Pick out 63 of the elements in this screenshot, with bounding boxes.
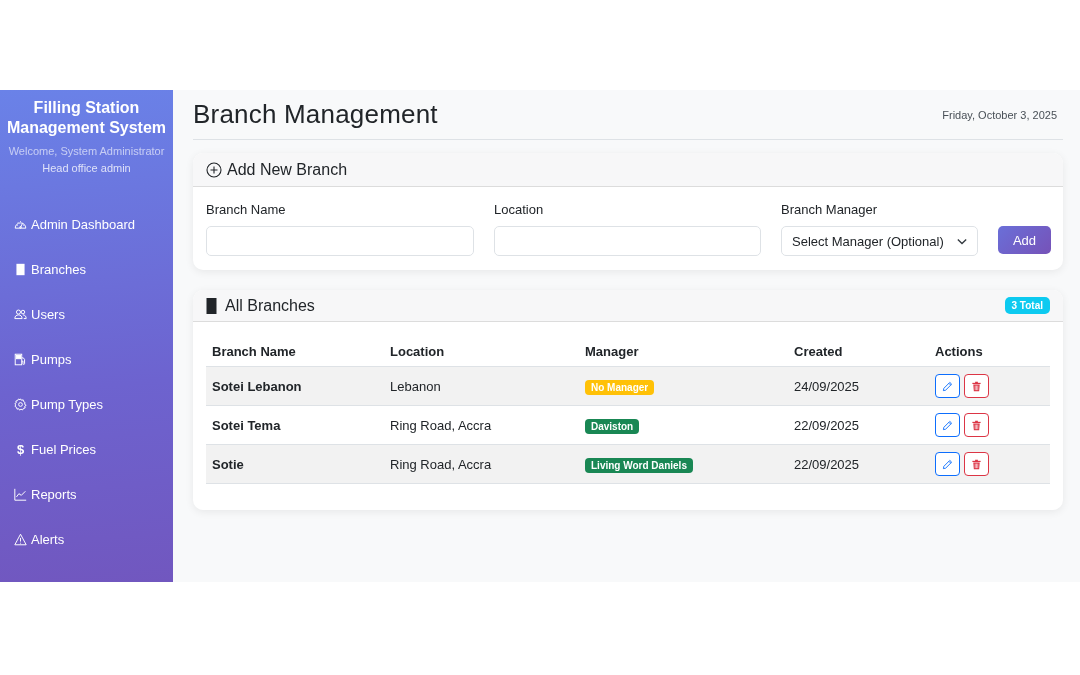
page-title: Branch Management [193,99,438,130]
table-cell: 22/09/2025 [788,405,929,445]
fuel-pump-icon [14,353,27,366]
table-cell: Sotie [206,444,384,484]
dollar-icon: $ [14,442,27,457]
warning-icon [14,533,27,546]
user-role: Head office admin [42,162,131,174]
nav-link[interactable]: $ Fuel Prices [0,427,173,472]
manager-badge: Living Word Daniels [585,457,693,473]
welcome-text: Welcome, System Administrator [8,145,165,157]
field-label: Location [494,202,545,217]
trash-icon [971,380,982,392]
gear-icon [14,398,27,411]
column-header: Created [788,337,929,367]
table-cell: Sotei Tema [206,405,384,445]
manager-badge: No Manager [585,379,655,395]
nav-link[interactable]: Reports [0,472,173,517]
column-header: Actions [929,337,1050,367]
chevron-down-icon [957,237,967,245]
users-icon [14,308,27,321]
edit-button[interactable] [935,413,960,437]
nav-link[interactable]: Pump Types [0,382,173,427]
location-field[interactable] [494,226,761,256]
nav-link[interactable]: Users [0,292,173,337]
pencil-icon [942,419,953,431]
table-cell: Ring Road, Accra [384,405,579,445]
delete-button[interactable] [964,374,989,398]
field-label: Branch Name [206,202,287,217]
trash-icon [971,458,982,470]
current-date: Friday, October 3, 2025 [942,108,1057,121]
delete-button[interactable] [964,452,989,476]
card-title: All Branches [225,296,315,315]
nav-link[interactable]: Pumps [0,337,173,382]
table-cell: Sotei Lebanon [206,366,384,406]
delete-button[interactable] [964,413,989,437]
pencil-icon [942,458,953,470]
total-count-badge: 3 Total [1004,297,1050,314]
block-icon [14,263,27,276]
table-cell: 24/09/2025 [788,366,929,406]
nav-link[interactable]: Branches [0,247,173,292]
field-label: Branch Manager [781,202,879,217]
dashboard-icon [14,218,27,231]
table-cell: Lebanon [384,366,579,406]
column-header: Location [384,337,579,367]
app-title: Filling Station Management System [5,98,168,138]
edit-button[interactable] [935,452,960,476]
nav-link[interactable]: Admin Dashboard [0,202,173,247]
column-header: Branch Name [206,337,384,367]
manager-badge: Daviston [585,418,640,434]
block-icon [206,297,217,314]
trash-icon [971,419,982,431]
manager-select[interactable]: Select Manager (Optional) [781,226,978,256]
pencil-icon [942,380,953,392]
line-chart-icon [14,488,27,501]
table-cell: 22/09/2025 [788,444,929,484]
nav-link[interactable]: Alerts [0,517,173,562]
branch-name-field[interactable] [206,226,474,256]
table-cell: Ring Road, Accra [384,444,579,484]
plus-circle-icon [206,161,222,178]
column-header: Manager [579,337,788,367]
add-button[interactable]: Add [998,226,1051,254]
card-title: Add New Branch [227,160,348,179]
edit-button[interactable] [935,374,960,398]
